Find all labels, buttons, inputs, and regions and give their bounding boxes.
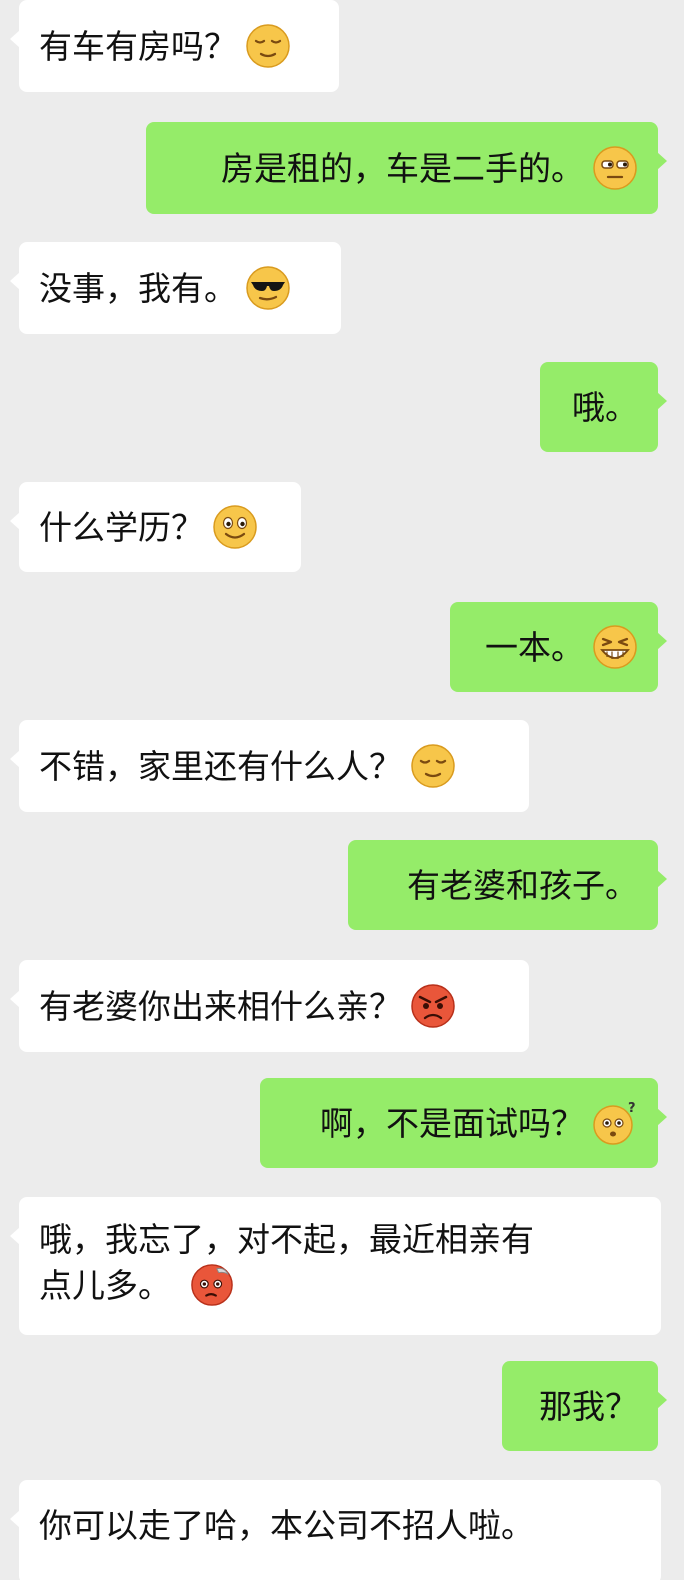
message-bubble-outgoing[interactable]: 有老婆和孩子。 bbox=[348, 840, 667, 930]
message-bubble-incoming[interactable]: 什么学历？ bbox=[10, 482, 301, 572]
angry-emoji-icon bbox=[410, 983, 456, 1029]
confused-question-emoji-icon: ? bbox=[592, 1100, 638, 1146]
embarrassed-emoji-icon bbox=[190, 1263, 234, 1307]
message-text-line: 哦，我忘了，对不起，最近相亲有 bbox=[39, 1220, 534, 1259]
message-text: 你可以走了哈，本公司不招人啦。 bbox=[39, 1506, 534, 1545]
message-text: 房是租的，车是二手的。 bbox=[221, 148, 584, 188]
sunglasses-emoji-icon bbox=[245, 265, 291, 311]
grin-emoji-icon bbox=[592, 624, 638, 670]
smug-closed-eyes-emoji-icon bbox=[410, 743, 456, 789]
message-bubble-outgoing[interactable]: 啊，不是面试吗？ ? bbox=[260, 1078, 667, 1168]
message-text-line: 点儿多。 bbox=[39, 1263, 641, 1309]
message-bubble-incoming[interactable]: 有老婆你出来相什么亲？ bbox=[10, 960, 529, 1052]
message-text: 啊，不是面试吗？ bbox=[320, 1103, 584, 1143]
message-text: 那我？ bbox=[539, 1386, 638, 1426]
message-text: 有老婆和孩子。 bbox=[407, 865, 638, 905]
message-bubble-incoming[interactable]: 哦，我忘了，对不起，最近相亲有 点儿多。 bbox=[10, 1197, 661, 1335]
message-bubble-incoming[interactable]: 不错，家里还有什么人？ bbox=[10, 720, 529, 812]
message-bubble-outgoing[interactable]: 哦。 bbox=[540, 362, 667, 452]
message-bubble-incoming[interactable]: 你可以走了哈，本公司不招人啦。 bbox=[10, 1480, 661, 1580]
message-text: 哦。 bbox=[572, 387, 638, 427]
message-bubble-outgoing[interactable]: 一本。 bbox=[450, 602, 667, 692]
message-text: 什么学历？ bbox=[39, 507, 204, 547]
message-bubble-incoming[interactable]: 有车有房吗？ bbox=[10, 0, 339, 92]
smile-emoji-icon bbox=[212, 504, 258, 550]
smug-closed-eyes-emoji-icon bbox=[245, 23, 291, 69]
chat-conversation: 有车有房吗？ 房是租的，车是二手的。 没事，我有。 哦。 什么学历？ 一本。 不… bbox=[0, 0, 684, 1580]
message-text: 不错，家里还有什么人？ bbox=[39, 746, 402, 786]
message-text: 有车有房吗？ bbox=[39, 26, 237, 66]
message-text: 点儿多。 bbox=[39, 1266, 171, 1305]
message-text: 没事，我有。 bbox=[39, 268, 237, 308]
message-bubble-incoming[interactable]: 没事，我有。 bbox=[10, 242, 341, 334]
side-eye-emoji-icon bbox=[592, 145, 638, 191]
message-text: 一本。 bbox=[485, 627, 584, 667]
message-bubble-outgoing[interactable]: 那我？ bbox=[502, 1361, 667, 1451]
message-bubble-outgoing[interactable]: 房是租的，车是二手的。 bbox=[146, 122, 667, 214]
message-text: 有老婆你出来相什么亲？ bbox=[39, 986, 402, 1026]
svg-text:?: ? bbox=[628, 1101, 636, 1116]
